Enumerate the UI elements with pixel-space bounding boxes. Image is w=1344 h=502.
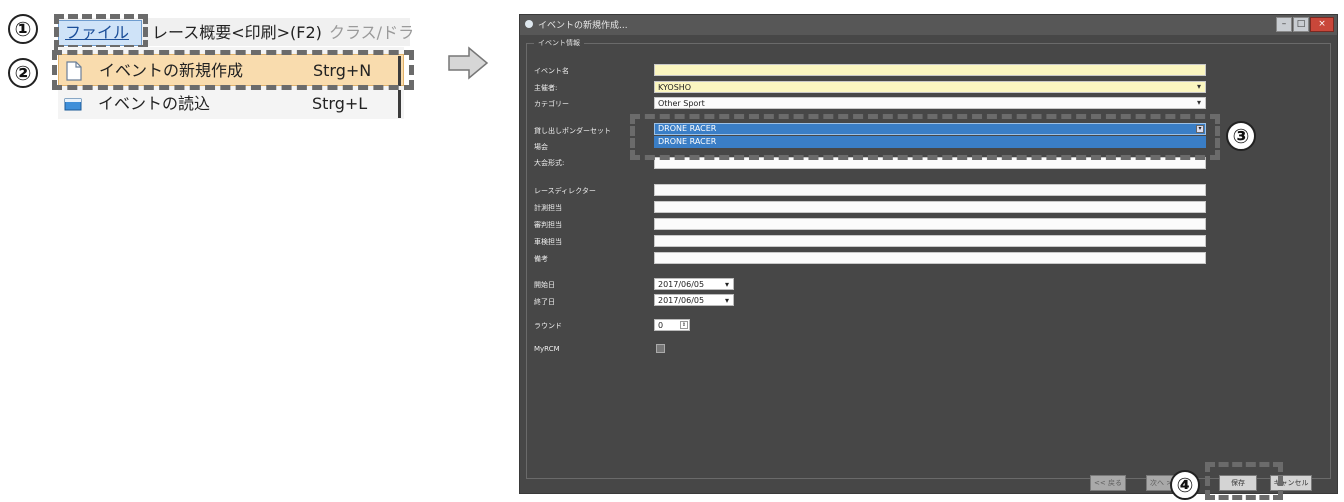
rounds-stepper[interactable]: 0 ⇕: [654, 319, 690, 331]
myrcm-checkbox[interactable]: [656, 344, 665, 353]
new-event-dialog: イベントの新規作成... – □ × イベント情報 イベント名 主催者: KYO…: [519, 14, 1338, 494]
end-date-picker[interactable]: 2017/06/05 ▾: [654, 294, 734, 306]
menu-separator: [398, 90, 401, 118]
menu-class[interactable]: クラス/ドラ: [329, 20, 414, 46]
organizer-label: 主催者:: [534, 84, 558, 92]
race-director-label: レースディレクター: [534, 187, 596, 195]
start-date-label: 開始日: [534, 281, 555, 289]
group-label: イベント情報: [534, 38, 584, 48]
spin-arrows-icon[interactable]: ⇕: [680, 321, 688, 329]
event-name-label: イベント名: [534, 67, 569, 75]
venue-label: 場会: [534, 143, 548, 151]
app-icon: [525, 20, 533, 28]
highlight-new-event: [52, 50, 414, 90]
step-2-marker: ②: [8, 58, 38, 88]
remarks-field[interactable]: [654, 252, 1206, 264]
category-select[interactable]: Other Sport: [654, 97, 1206, 109]
menu-item-label: イベントの読込: [98, 94, 211, 113]
rounds-label: ラウンド: [534, 322, 562, 330]
judge-field[interactable]: [654, 218, 1206, 230]
close-button[interactable]: ×: [1310, 17, 1334, 32]
menu-item-open-event[interactable]: イベントの読込 Strg+L: [58, 88, 404, 120]
highlight-preset: [630, 114, 1220, 160]
step-4-marker: ④: [1170, 470, 1200, 500]
start-date-picker[interactable]: 2017/06/05 ▾: [654, 278, 734, 290]
minimize-button[interactable]: –: [1276, 17, 1292, 32]
open-folder-icon: [64, 98, 82, 111]
category-value: Other Sport: [658, 99, 705, 108]
organizer-value: KYOSHO: [658, 83, 692, 92]
start-date-value: 2017/06/05: [658, 280, 705, 289]
highlight-save: [1205, 462, 1283, 500]
vehicle-field[interactable]: [654, 235, 1206, 247]
chevron-down-icon[interactable]: ▾: [725, 279, 729, 290]
back-button[interactable]: << 戻る: [1090, 475, 1126, 491]
end-date-value: 2017/06/05: [658, 296, 705, 305]
maximize-button[interactable]: □: [1293, 17, 1309, 32]
dialog-title: イベントの新規作成...: [538, 21, 628, 31]
step-3-marker: ③: [1226, 121, 1256, 151]
vehicle-label: 車検担当: [534, 238, 562, 246]
timing-field[interactable]: [654, 201, 1206, 213]
timing-label: 計測担当: [534, 204, 562, 212]
rounds-value: 0: [658, 321, 664, 330]
dialog-titlebar: イベントの新規作成... – □ ×: [520, 15, 1337, 35]
end-date-label: 終了日: [534, 298, 555, 306]
highlight-file: [54, 14, 148, 50]
category-label: カテゴリー: [534, 100, 569, 108]
format-label: 大会形式:: [534, 159, 565, 167]
menu-race-summary[interactable]: レース概要<印刷>(F2): [152, 20, 322, 46]
race-director-field[interactable]: [654, 184, 1206, 196]
organizer-select[interactable]: KYOSHO: [654, 81, 1206, 93]
arrow-right-icon: [448, 46, 489, 80]
event-name-field[interactable]: [654, 64, 1206, 76]
preset-label: 貸し出しポンダーセット: [534, 127, 611, 135]
step-1-marker: ①: [8, 14, 38, 44]
judge-label: 審判担当: [534, 221, 562, 229]
menu-item-shortcut: Strg+L: [312, 94, 368, 113]
chevron-down-icon[interactable]: ▾: [725, 295, 729, 306]
myrcm-label: MyRCM: [534, 345, 560, 353]
remarks-label: 備考: [534, 255, 548, 263]
